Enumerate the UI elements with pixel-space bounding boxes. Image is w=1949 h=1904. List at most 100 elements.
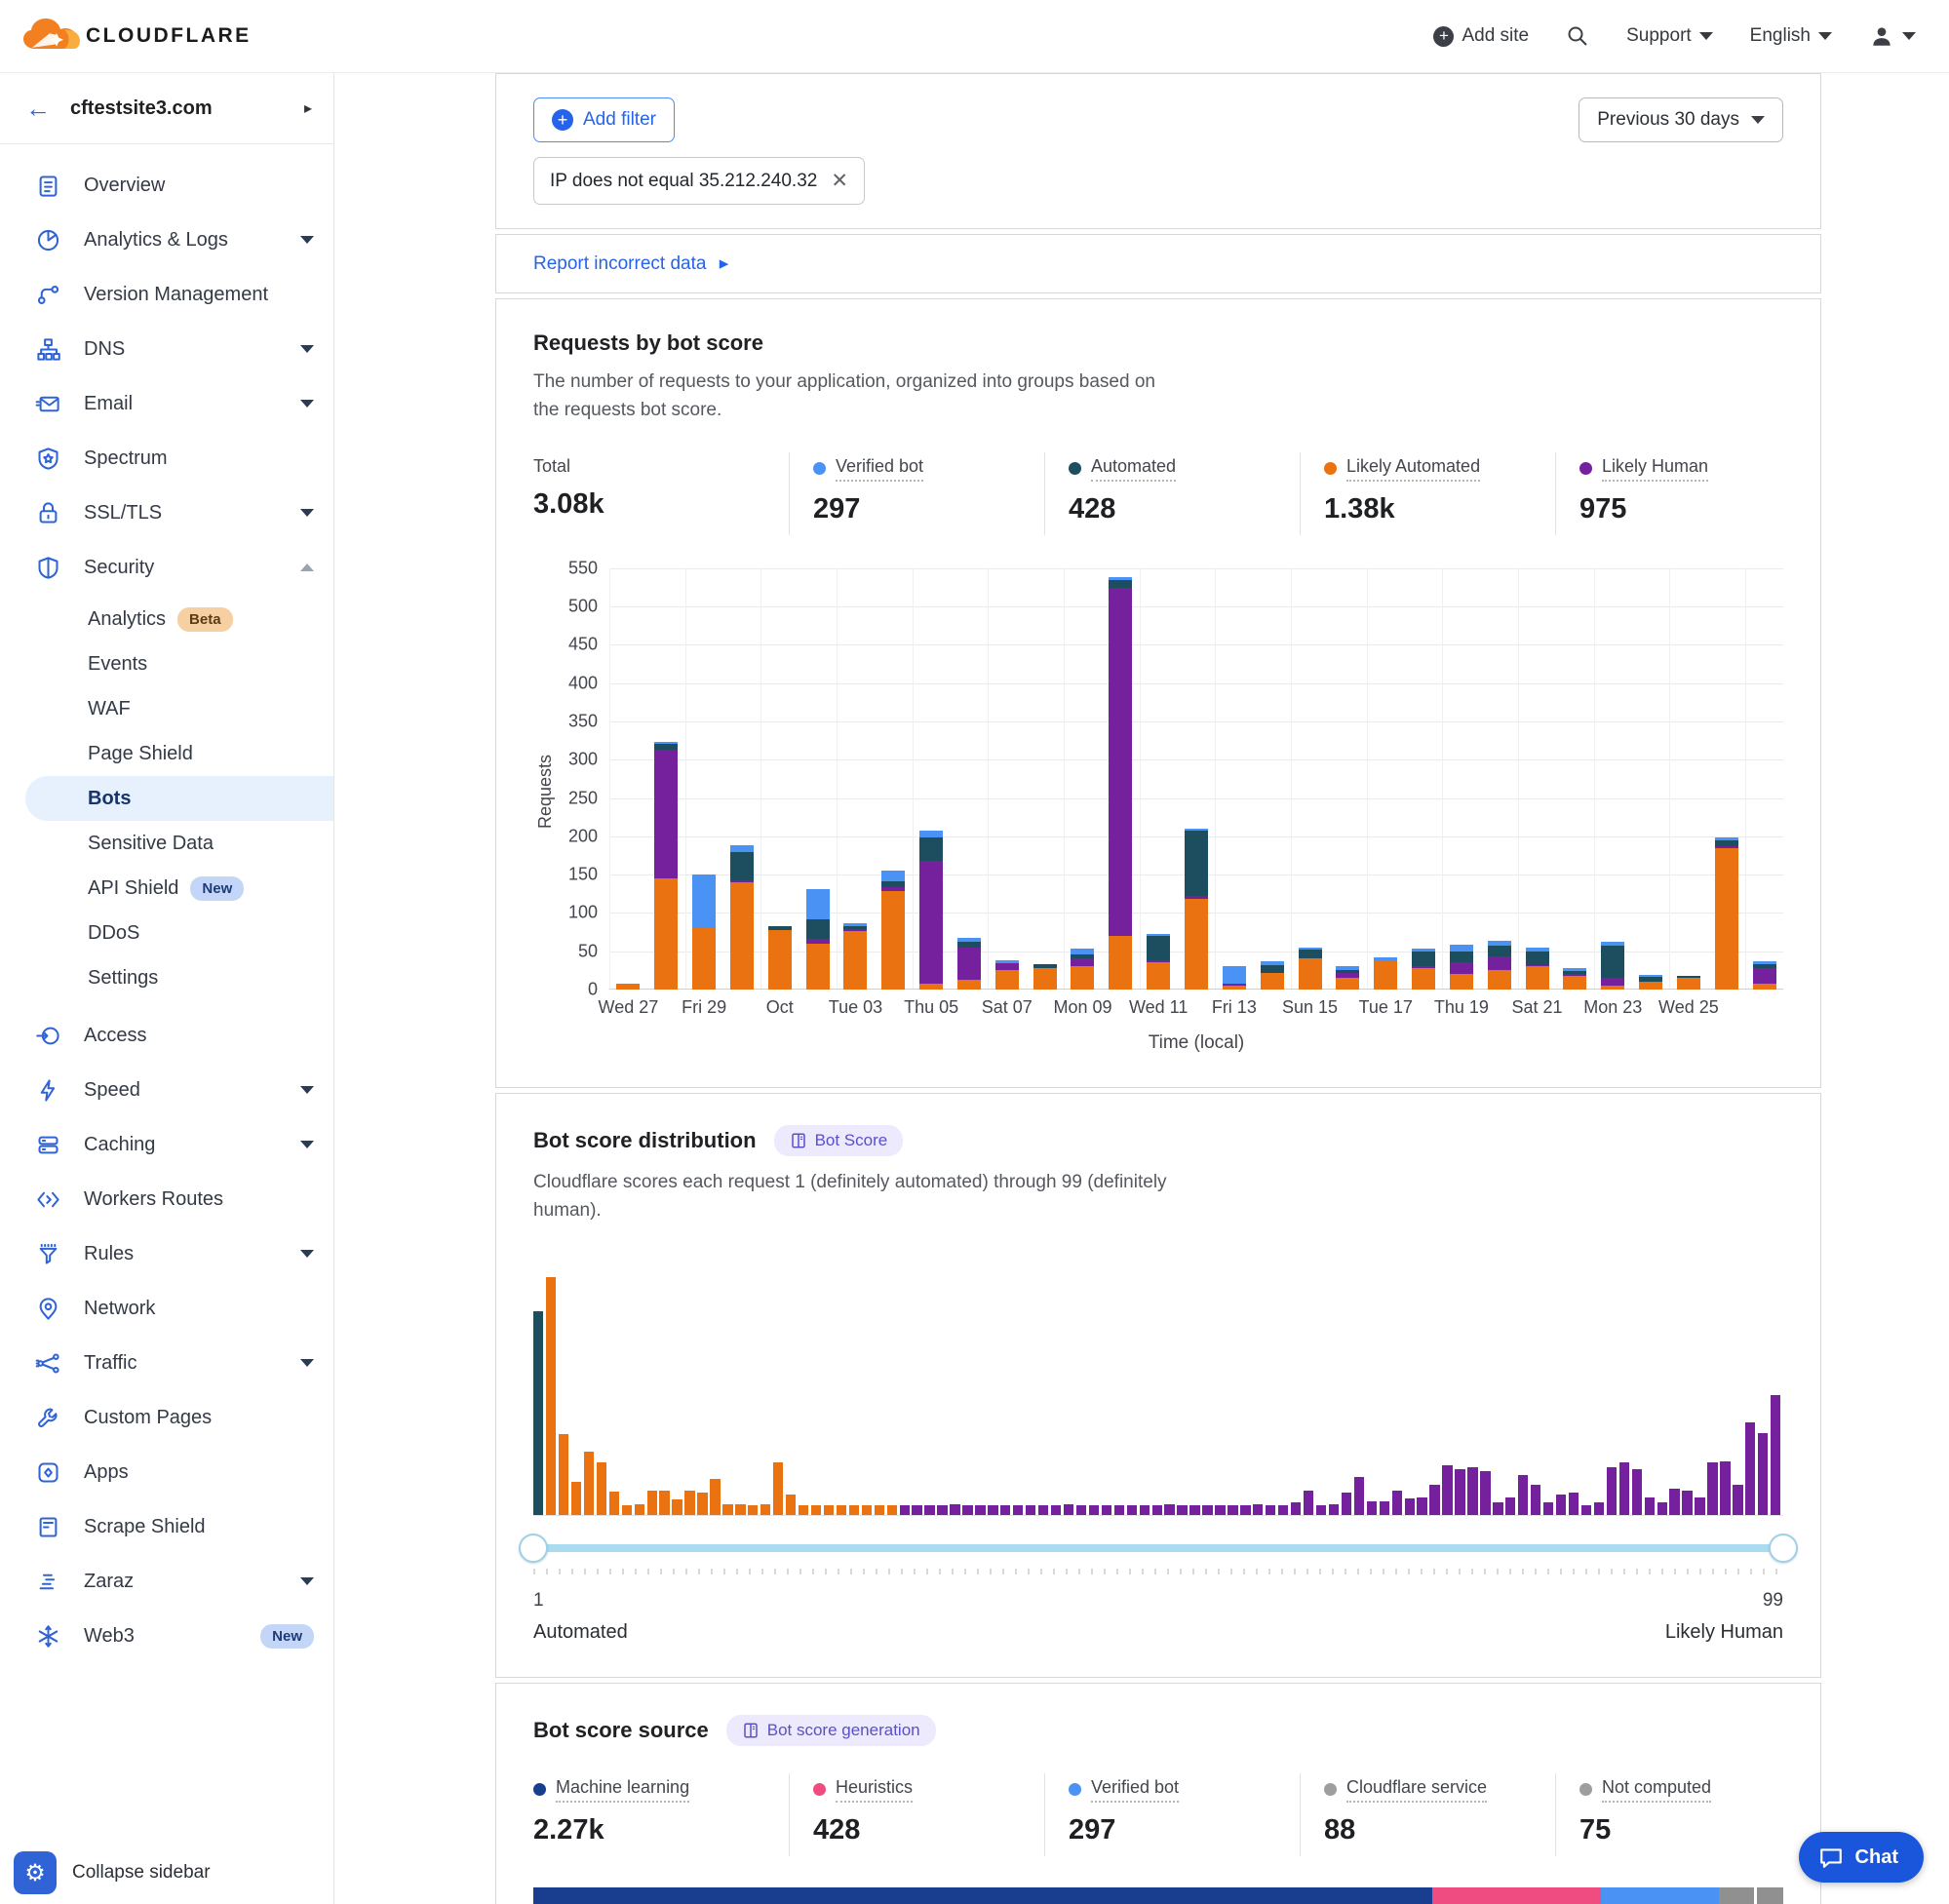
sidebar-item-ssl-tls[interactable]: SSL/TLS <box>0 486 333 540</box>
stat-label[interactable]: Verified bot <box>1069 1777 1179 1803</box>
y-tick-label: 0 <box>588 979 598 999</box>
report-row: Report incorrect data ▸ <box>495 234 1821 293</box>
zaraz-icon <box>33 1567 62 1596</box>
email-icon <box>33 389 62 418</box>
histogram-bar <box>975 1505 985 1514</box>
stacked-bar <box>957 938 981 990</box>
analytics-icon <box>33 225 62 254</box>
sidebar-item-email[interactable]: Email <box>0 376 333 431</box>
remove-filter-icon[interactable]: ✕ <box>831 169 848 193</box>
gridline <box>1140 568 1141 990</box>
sidebar-item-custom-pages[interactable]: Custom Pages <box>0 1390 333 1445</box>
sidebar-item-dns[interactable]: DNS <box>0 322 333 376</box>
add-filter-button[interactable]: + Add filter <box>533 97 675 142</box>
histogram-bar <box>1720 1461 1730 1515</box>
sidebar-item-traffic[interactable]: Traffic <box>0 1336 333 1390</box>
gear-icon[interactable]: ⚙ <box>14 1851 57 1894</box>
time-range-dropdown[interactable]: Previous 30 days <box>1579 97 1783 142</box>
sidebar-subitem-page-shield[interactable]: Page Shield <box>0 731 333 776</box>
sidebar-subitem-sensitive-data[interactable]: Sensitive Data <box>0 821 333 866</box>
sidebar-item-version-management[interactable]: Version Management <box>0 267 333 322</box>
sidebar-item-spectrum[interactable]: Spectrum <box>0 431 333 486</box>
sidebar-item-label: Spectrum <box>84 447 314 470</box>
filter-chip[interactable]: IP does not equal 35.212.240.32 ✕ <box>533 157 865 205</box>
y-tick-label: 100 <box>568 903 598 923</box>
site-selector[interactable]: ← cftestsite3.com ▸ <box>0 73 333 144</box>
histogram-bar <box>1455 1469 1464 1514</box>
sidebar-subitem-api-shield[interactable]: API ShieldNew <box>0 866 333 911</box>
stat-label[interactable]: Verified bot <box>813 456 923 482</box>
histogram-bar <box>1417 1497 1426 1514</box>
stat-label[interactable]: Heuristics <box>813 1777 913 1803</box>
sidebar-item-access[interactable]: Access <box>0 1008 333 1063</box>
x-tick-label: Fri 13 <box>1212 997 1257 1018</box>
add-site-button[interactable]: + Add site <box>1433 25 1529 47</box>
stacked-bar <box>1374 957 1397 990</box>
histogram-bar <box>546 1277 556 1515</box>
slider-track[interactable] <box>533 1544 1783 1552</box>
stat-label[interactable]: Not computed <box>1579 1777 1711 1803</box>
bot-score-generation-badge[interactable]: Bot score generation <box>726 1715 936 1746</box>
sidebar-item-security[interactable]: Security <box>0 540 333 595</box>
caching-icon <box>33 1130 62 1159</box>
sidebar-item-speed[interactable]: Speed <box>0 1063 333 1117</box>
bot-score-badge[interactable]: Bot Score <box>774 1125 904 1156</box>
histogram-bar <box>647 1491 657 1514</box>
bar-segment-likely-automated <box>1071 966 1094 990</box>
sidebar-item-scrape-shield[interactable]: Scrape Shield <box>0 1499 333 1554</box>
support-menu[interactable]: Support <box>1626 25 1713 47</box>
version-icon <box>33 280 62 309</box>
sidebar-item-zaraz[interactable]: Zaraz <box>0 1554 333 1609</box>
site-name: cftestsite3.com <box>70 97 285 120</box>
histogram-bar <box>1380 1501 1389 1514</box>
sidebar-item-analytics-logs[interactable]: Analytics & Logs <box>0 213 333 267</box>
stat-label[interactable]: Likely Automated <box>1324 456 1480 482</box>
collapse-sidebar[interactable]: ⚙ Collapse sidebar <box>0 1842 333 1904</box>
stat-verified-bot: Verified bot297 <box>789 452 1044 535</box>
x-axis-ticks: Wed 27Fri 29OctTue 03Thu 05Sat 07Mon 09W… <box>609 997 1783 1027</box>
sidebar-subitem-analytics[interactable]: AnalyticsBeta <box>0 597 333 641</box>
report-incorrect-data-link[interactable]: Report incorrect data ▸ <box>533 253 728 274</box>
stacked-bar <box>995 960 1019 990</box>
language-menu[interactable]: English <box>1750 25 1832 47</box>
x-tick-label: Oct <box>766 997 794 1018</box>
bot-score-distribution-card: Bot score distribution Bot Score Cloudfl… <box>495 1093 1821 1678</box>
sidebar-subitem-events[interactable]: Events <box>0 641 333 686</box>
stacked-bar <box>1336 966 1359 990</box>
sidebar-item-web3[interactable]: Web3New <box>0 1609 333 1663</box>
gridline <box>609 568 1783 569</box>
sidebar-item-overview[interactable]: Overview <box>0 158 333 213</box>
brand-wordmark: CLOUDFLARE <box>86 24 252 48</box>
sidebar-item-caching[interactable]: Caching <box>0 1117 333 1172</box>
chevron-right-icon[interactable]: ▸ <box>304 98 312 118</box>
sidebar-subitem-label: Settings <box>88 967 158 990</box>
stat-label[interactable]: Automated <box>1069 456 1176 482</box>
search-button[interactable] <box>1566 24 1589 48</box>
sidebar-item-workers-routes[interactable]: Workers Routes <box>0 1172 333 1226</box>
stat-label[interactable]: Cloudflare service <box>1324 1777 1487 1803</box>
sidebar-subitem-settings[interactable]: Settings <box>0 955 333 1000</box>
plus-icon: + <box>552 109 573 131</box>
stat-label[interactable]: Likely Human <box>1579 456 1708 482</box>
slider-handle-min[interactable] <box>519 1534 548 1563</box>
sidebar-item-apps[interactable]: Apps <box>0 1445 333 1499</box>
account-menu[interactable] <box>1869 23 1916 49</box>
workers-icon <box>33 1185 62 1214</box>
source-segment-heuristics <box>1432 1887 1602 1904</box>
stat-machine-learning: Machine learning2.27k <box>533 1773 789 1856</box>
y-tick-label: 300 <box>568 750 598 770</box>
sidebar-item-rules[interactable]: Rules <box>0 1226 333 1281</box>
chat-button[interactable]: Chat <box>1799 1832 1924 1883</box>
back-arrow-icon[interactable]: ← <box>25 96 51 121</box>
slider-handle-max[interactable] <box>1769 1534 1798 1563</box>
stacked-bar <box>1261 961 1284 990</box>
bar-segment-automated <box>1412 952 1435 967</box>
histogram-bar <box>1682 1491 1692 1514</box>
sidebar-subitem-ddos[interactable]: DDoS <box>0 911 333 955</box>
sidebar-subitem-bots[interactable]: Bots <box>25 776 333 821</box>
sidebar-subitem-waf[interactable]: WAF <box>0 686 333 731</box>
sidebar-item-network[interactable]: Network <box>0 1281 333 1336</box>
bar-segment-likely-automated <box>1526 966 1549 990</box>
chevron-down-icon <box>300 1359 314 1367</box>
stat-label[interactable]: Machine learning <box>533 1777 689 1803</box>
